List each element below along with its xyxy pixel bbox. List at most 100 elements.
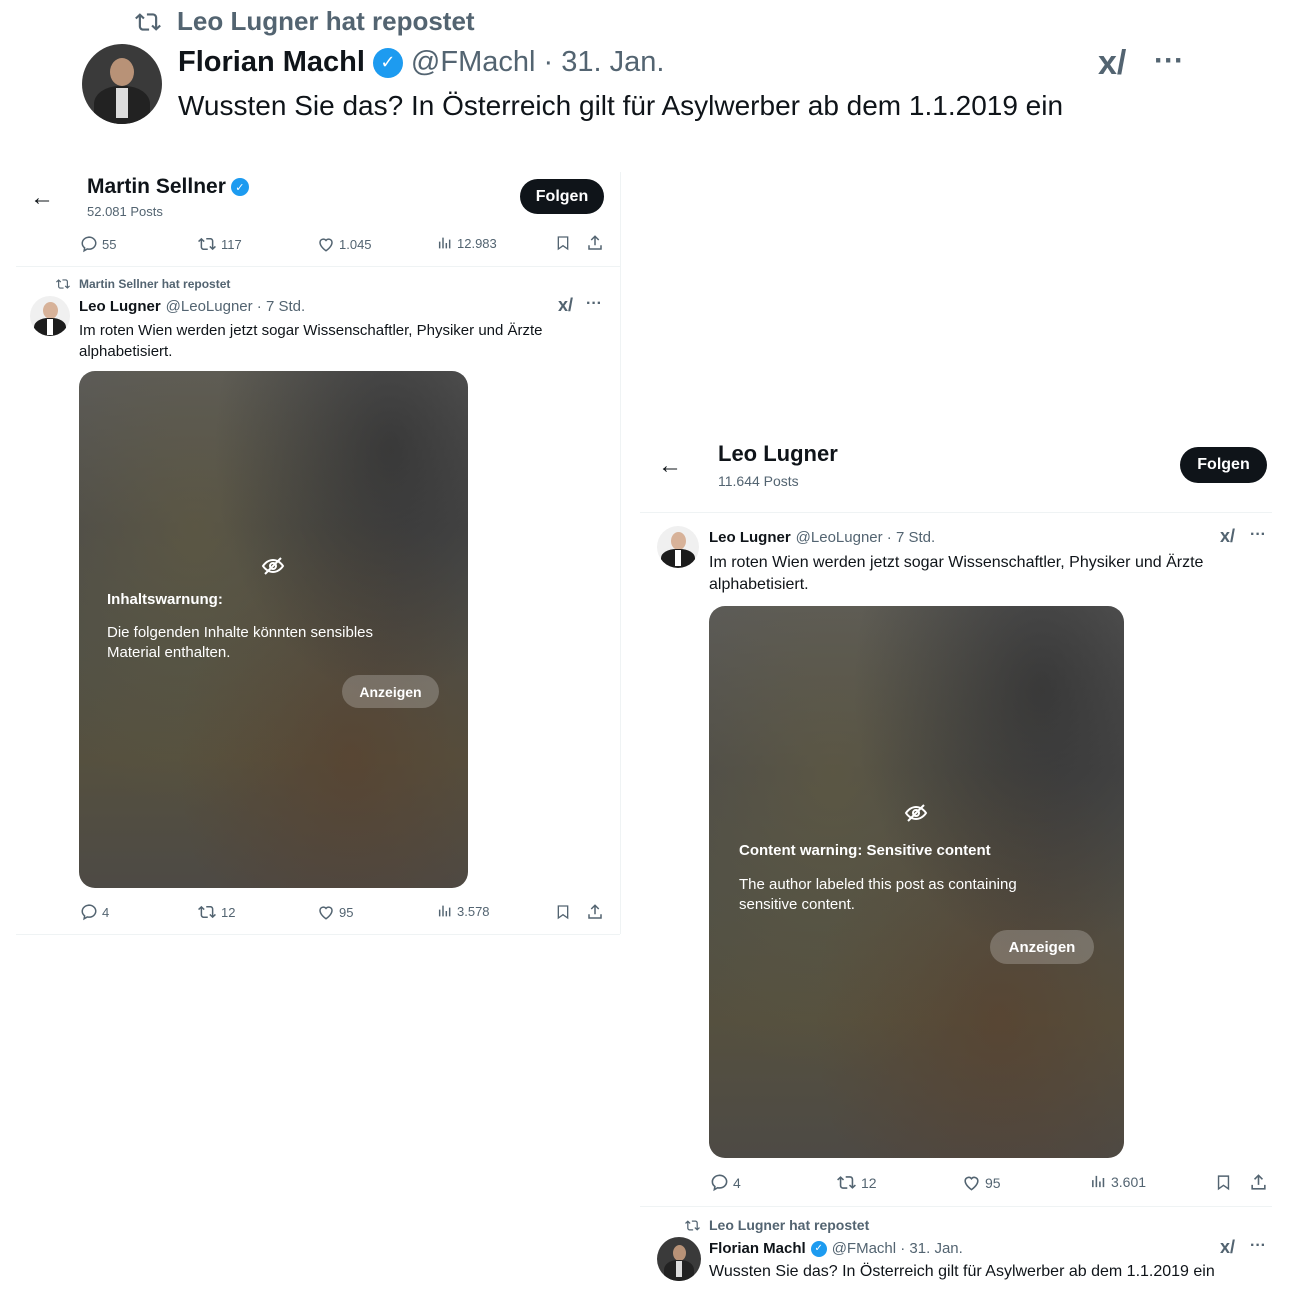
left-repost-button-1[interactable]: 117 <box>197 235 242 253</box>
reply-icon <box>81 236 97 253</box>
right-back-arrow-icon[interactable]: ← <box>658 452 682 480</box>
heart-icon <box>319 906 333 920</box>
heart-icon <box>319 238 333 252</box>
right-tweet-text: Im roten Wien werden jetzt sogar Wissens… <box>709 554 1204 593</box>
reply-icon <box>81 904 97 921</box>
left-like-button-1[interactable]: 1.045 <box>317 235 372 253</box>
left-divider-1 <box>16 266 620 267</box>
right-grok-icon[interactable]: x/ <box>1220 526 1235 547</box>
left-warning-title: Inhaltswarnung: <box>107 591 223 608</box>
right-more-icon[interactable]: ··· <box>1250 526 1266 544</box>
verified-badge-icon: ✓ <box>230 178 249 196</box>
left-grok-icon[interactable]: x/ <box>558 295 573 316</box>
left-views-button[interactable]: 3.578 <box>437 903 490 919</box>
right-media-sensitive[interactable]: Content warning: Sensitive content The a… <box>709 606 1124 1158</box>
right-bottom-more-icon[interactable]: ··· <box>1250 1237 1266 1255</box>
left-profile-name: Martin Sellner <box>87 175 226 198</box>
left-share-icon-1[interactable] <box>586 234 604 252</box>
left-panel-border <box>620 172 621 934</box>
right-divider-1 <box>640 512 1272 513</box>
left-more-icon[interactable]: ··· <box>586 295 602 313</box>
right-repost-line: Leo Lugner hat repostet <box>684 1217 869 1233</box>
right-divider-2 <box>640 1206 1272 1207</box>
right-author-line: Leo Lugner @LeoLugner · 7 Std. <box>709 529 935 546</box>
eye-slash-icon <box>261 557 285 575</box>
left-reply-count: 4 <box>102 904 110 920</box>
left-bookmark-icon[interactable] <box>555 903 571 921</box>
right-warning-text: The author labeled this post as containi… <box>739 876 1017 913</box>
left-show-button[interactable]: Anzeigen <box>342 675 439 708</box>
right-bottom-author-line: Florian Machl ✓ @FMachl · 31. Jan. <box>709 1240 963 1257</box>
right-reply-button[interactable]: 4 <box>710 1173 741 1192</box>
heart-icon <box>964 1176 979 1191</box>
left-repost-label: Martin Sellner hat repostet <box>79 277 231 291</box>
top-handle-date: @FMachl · 31. Jan. <box>410 46 665 78</box>
right-header-posts: 11.644 Posts <box>718 473 799 489</box>
right-reply-count: 4 <box>733 1174 741 1191</box>
views-icon <box>438 237 451 249</box>
left-avatar[interactable] <box>30 296 70 336</box>
left-like-button[interactable]: 95 <box>317 903 353 921</box>
left-like-count-1: 1.045 <box>339 236 372 252</box>
repost-icon <box>198 905 216 919</box>
left-reply-count-1: 55 <box>102 236 117 252</box>
right-show-button[interactable]: Anzeigen <box>990 930 1094 964</box>
left-media-sensitive[interactable]: Inhaltswarnung: Die folgenden Inhalte kö… <box>79 371 468 888</box>
left-tweet-text: Im roten Wien werden jetzt sogar Wissens… <box>79 322 543 360</box>
right-author-name[interactable]: Leo Lugner <box>709 529 791 546</box>
left-repost-count: 12 <box>221 904 236 920</box>
repost-icon <box>135 12 161 31</box>
top-author-line: Florian Machl ✓ @FMachl · 31. Jan. <box>178 46 664 79</box>
top-more-icon[interactable]: ··· <box>1154 44 1184 78</box>
right-avatar[interactable] <box>657 526 699 568</box>
left-repost-button[interactable]: 12 <box>197 903 235 921</box>
right-like-count: 95 <box>985 1174 1001 1191</box>
left-bookmark-icon-1[interactable] <box>555 234 571 252</box>
right-follow-button[interactable]: Folgen <box>1180 447 1267 483</box>
right-like-button[interactable]: 95 <box>962 1173 1001 1192</box>
right-bookmark-icon[interactable] <box>1215 1173 1232 1192</box>
left-like-count: 95 <box>339 904 354 920</box>
verified-badge-icon: ✓ <box>810 1240 827 1257</box>
left-back-arrow-icon[interactable]: ← <box>30 184 54 212</box>
right-bottom-grok-icon[interactable]: x/ <box>1220 1237 1235 1258</box>
left-share-icon[interactable] <box>586 903 604 921</box>
right-repost-label: Leo Lugner hat repostet <box>709 1217 870 1233</box>
right-repost-count: 12 <box>861 1174 877 1191</box>
right-bottom-handle-date: @FMachl · 31. Jan. <box>831 1240 963 1257</box>
right-share-icon[interactable] <box>1249 1173 1268 1192</box>
left-repost-count-1: 117 <box>221 236 242 252</box>
top-tweet-text: Wussten Sie das? In Österreich gilt für … <box>178 90 1064 121</box>
left-views-button-1[interactable]: 12.983 <box>437 235 497 251</box>
views-icon <box>438 905 451 917</box>
right-repost-button[interactable]: 12 <box>836 1173 877 1192</box>
right-views-button[interactable]: 3.601 <box>1090 1173 1146 1190</box>
reply-icon <box>711 1174 728 1192</box>
left-views-count: 3.578 <box>457 903 490 919</box>
right-warning-title: Content warning: Sensitive content <box>739 842 991 859</box>
right-bottom-tweet-text: Wussten Sie das? In Österreich gilt für … <box>709 1263 1215 1280</box>
left-handle-time: @LeoLugner · 7 Std. <box>165 298 306 315</box>
left-divider-2 <box>16 934 620 935</box>
right-views-count: 3.601 <box>1111 1173 1147 1190</box>
right-bottom-avatar[interactable] <box>657 1237 701 1281</box>
left-reply-button[interactable]: 4 <box>80 903 109 921</box>
left-reply-button-1[interactable]: 55 <box>80 235 116 253</box>
right-handle-time: @LeoLugner · 7 Std. <box>795 529 936 546</box>
left-author-name[interactable]: Leo Lugner <box>79 298 161 315</box>
right-bottom-author-name[interactable]: Florian Machl <box>709 1240 806 1257</box>
left-header-posts: 52.081 Posts <box>87 204 163 219</box>
top-repost-line: Leo Lugner hat repostet <box>133 6 475 37</box>
top-avatar[interactable] <box>82 44 162 124</box>
verified-badge-icon: ✓ <box>372 47 403 78</box>
repost-icon <box>56 279 70 289</box>
left-warning-text: Die folgenden Inhalte könnten sensibles … <box>107 624 374 661</box>
views-icon <box>1092 1175 1105 1188</box>
left-views-count-1: 12.983 <box>457 235 497 251</box>
top-author-name[interactable]: Florian Machl <box>178 46 365 79</box>
repost-icon <box>837 1176 856 1189</box>
repost-icon <box>198 237 216 251</box>
right-header-name: Leo Lugner <box>718 441 838 466</box>
left-follow-button[interactable]: Folgen <box>520 179 604 214</box>
top-grok-icon[interactable]: x/ <box>1098 44 1126 83</box>
